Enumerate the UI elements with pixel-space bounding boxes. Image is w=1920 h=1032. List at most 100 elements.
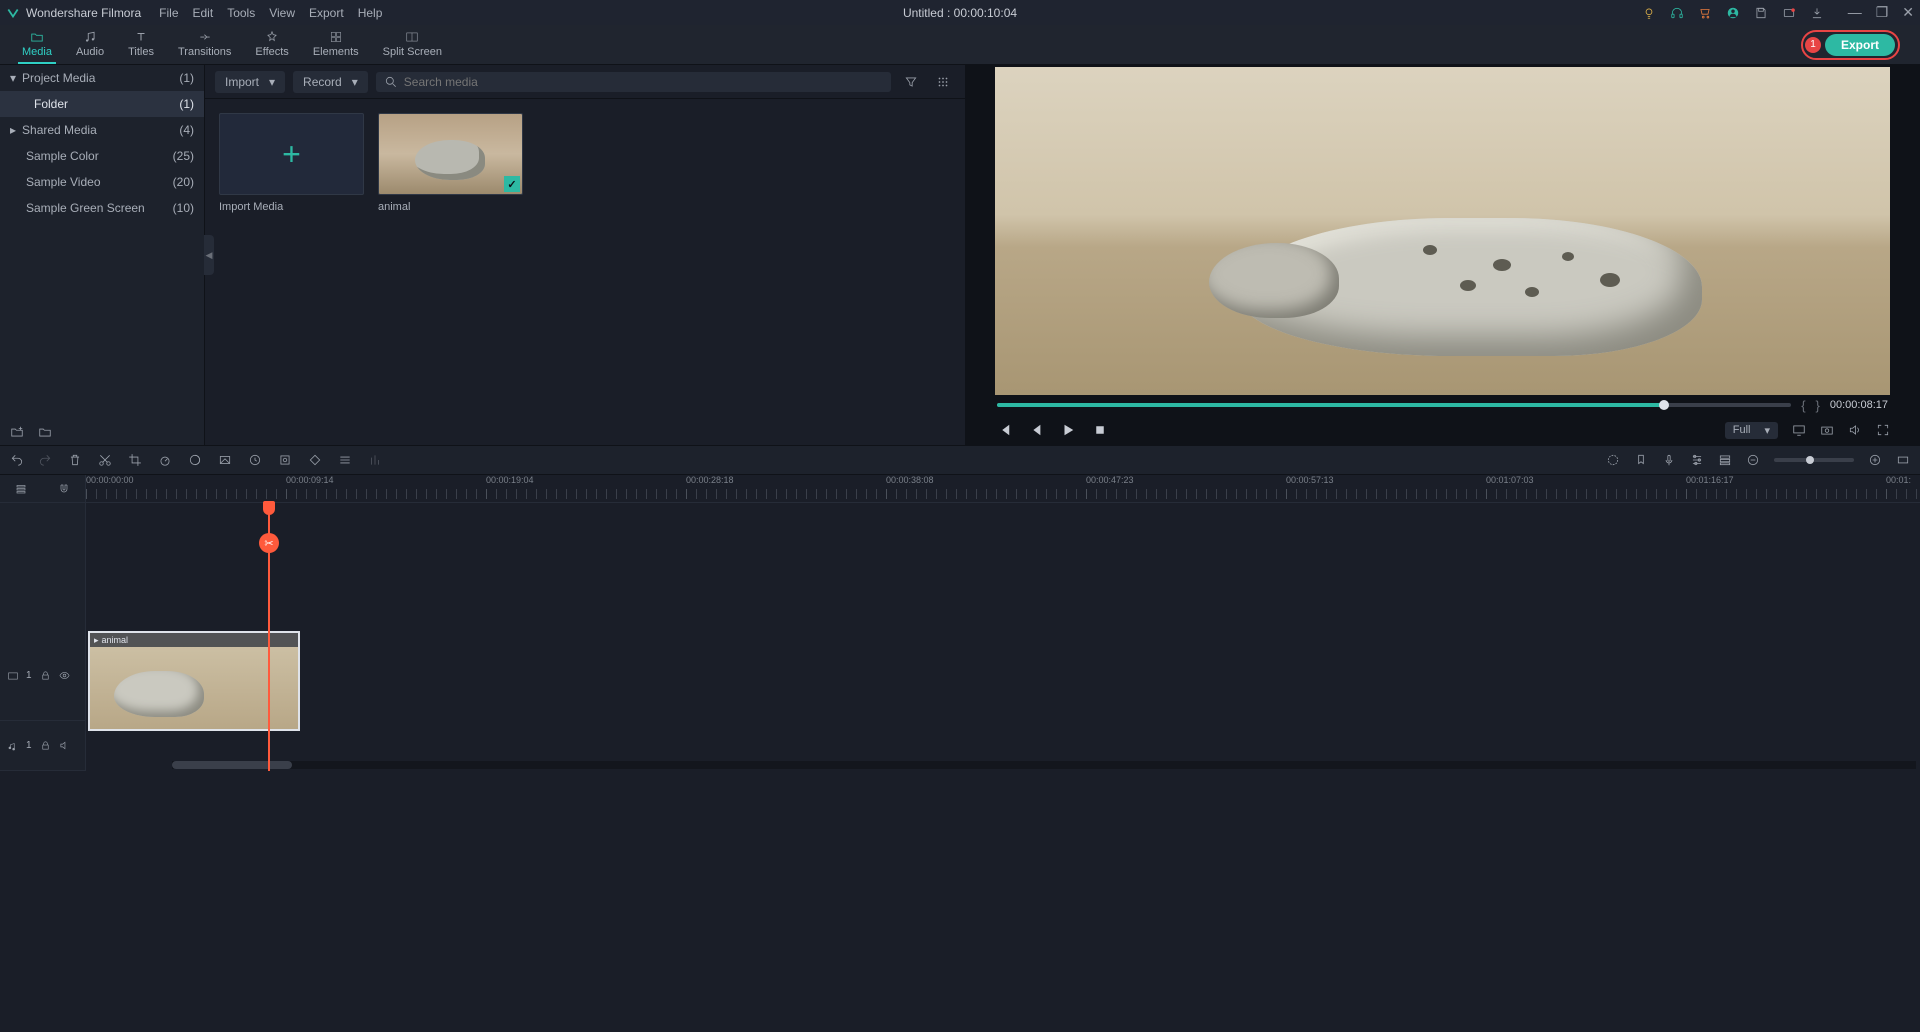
progress-thumb[interactable]: [1659, 400, 1669, 410]
lock-icon[interactable]: [40, 740, 51, 751]
step-back-button[interactable]: [1027, 421, 1045, 439]
menu-view[interactable]: View: [269, 6, 295, 20]
playhead[interactable]: ✂: [268, 503, 270, 771]
filter-icon[interactable]: [899, 70, 923, 94]
import-dropdown[interactable]: Import▾: [215, 71, 285, 93]
track-options-icon[interactable]: [15, 483, 27, 495]
crop-icon[interactable]: [128, 453, 142, 467]
lightbulb-icon[interactable]: [1642, 6, 1656, 20]
tab-transitions[interactable]: Transitions: [166, 24, 243, 64]
mute-icon[interactable]: [59, 740, 70, 751]
eye-icon[interactable]: [59, 670, 70, 681]
prev-frame-button[interactable]: [995, 421, 1013, 439]
sidebar-label: Shared Media: [22, 123, 97, 137]
magnet-icon[interactable]: [58, 483, 70, 495]
tab-effects[interactable]: Effects: [243, 24, 300, 64]
display-icon[interactable]: [1792, 423, 1806, 437]
text-icon: [133, 30, 149, 44]
search-box[interactable]: [376, 72, 891, 92]
sidebar-item-folder[interactable]: Folder (1): [0, 91, 204, 117]
tab-label: Media: [22, 46, 52, 58]
menu-file[interactable]: File: [159, 6, 178, 20]
tab-audio[interactable]: Audio: [64, 24, 116, 64]
mixer-icon[interactable]: [1690, 453, 1704, 467]
sidebar-item-shared-media[interactable]: ▸Shared Media (4): [0, 117, 204, 143]
download-icon[interactable]: [1810, 6, 1824, 20]
mark-in-button[interactable]: {: [1801, 398, 1805, 413]
menu-bar: File Edit Tools View Export Help: [159, 6, 382, 20]
play-button[interactable]: [1059, 421, 1077, 439]
sidebar-count: (1): [179, 71, 194, 85]
folder-icon[interactable]: [38, 425, 52, 439]
cut-icon[interactable]: [98, 453, 112, 467]
duration-icon[interactable]: [248, 453, 262, 467]
undo-icon[interactable]: [10, 453, 24, 467]
tab-elements[interactable]: Elements: [301, 24, 371, 64]
tab-label: Effects: [255, 46, 288, 58]
split-clip-button[interactable]: ✂: [259, 533, 279, 553]
sidebar-item-project-media[interactable]: ▾Project Media (1): [0, 65, 204, 91]
message-icon[interactable]: [1782, 6, 1796, 20]
fullscreen-icon[interactable]: [1876, 423, 1890, 437]
sidebar-count: (4): [179, 123, 194, 137]
sidebar-collapse-handle[interactable]: ◀: [204, 235, 214, 275]
import-media-tile[interactable]: + Import Media: [219, 113, 364, 213]
tab-split-screen[interactable]: Split Screen: [371, 24, 454, 64]
playhead-handle[interactable]: [263, 501, 275, 515]
stop-button[interactable]: [1091, 421, 1109, 439]
export-button[interactable]: Export: [1825, 34, 1895, 56]
sidebar-item-sample-green[interactable]: Sample Green Screen (10): [0, 195, 204, 221]
zoom-slider[interactable]: [1774, 458, 1854, 462]
preview-progress[interactable]: [997, 403, 1791, 407]
zoom-knob[interactable]: [1806, 456, 1814, 464]
preview-quality-select[interactable]: Full▾: [1725, 422, 1778, 439]
headphones-icon[interactable]: [1670, 6, 1684, 20]
timeline-scrollbar[interactable]: [172, 761, 1916, 769]
timeline-ruler[interactable]: 00:00:00:0000:00:09:1400:00:19:0400:00:2…: [86, 475, 1920, 502]
render-icon[interactable]: [1606, 453, 1620, 467]
keyframe-icon[interactable]: [308, 453, 322, 467]
track-manage-icon[interactable]: [1718, 453, 1732, 467]
search-input[interactable]: [404, 75, 883, 89]
snapshot-icon[interactable]: [1820, 423, 1834, 437]
speed-icon[interactable]: [158, 453, 172, 467]
detect-icon[interactable]: [278, 453, 292, 467]
menu-edit[interactable]: Edit: [193, 6, 214, 20]
zoom-out-icon[interactable]: [1746, 453, 1760, 467]
sidebar-item-sample-color[interactable]: Sample Color (25): [0, 143, 204, 169]
voiceover-icon[interactable]: [1662, 453, 1676, 467]
sidebar-item-sample-video[interactable]: Sample Video (20): [0, 169, 204, 195]
video-track-head[interactable]: 1: [0, 631, 85, 721]
audio-mixer-icon[interactable]: [368, 453, 382, 467]
window-maximize-button[interactable]: ❐: [1876, 4, 1889, 21]
delete-icon[interactable]: [68, 453, 82, 467]
settings-icon[interactable]: [338, 453, 352, 467]
grid-view-icon[interactable]: [931, 70, 955, 94]
greenscreen-icon[interactable]: [218, 453, 232, 467]
mark-out-button[interactable]: }: [1816, 398, 1820, 413]
new-folder-icon[interactable]: [10, 425, 24, 439]
preview-canvas[interactable]: [995, 67, 1890, 395]
menu-export[interactable]: Export: [309, 6, 344, 20]
tab-titles[interactable]: Titles: [116, 24, 166, 64]
user-avatar-icon[interactable]: [1726, 6, 1740, 20]
media-clip-animal[interactable]: ✓ animal: [378, 113, 523, 213]
scrollbar-thumb[interactable]: [172, 761, 292, 769]
menu-tools[interactable]: Tools: [227, 6, 255, 20]
audio-track-head[interactable]: 1: [0, 721, 85, 771]
cart-icon[interactable]: [1698, 6, 1712, 20]
zoom-in-icon[interactable]: [1868, 453, 1882, 467]
tab-media[interactable]: Media: [10, 24, 64, 64]
tracks-body[interactable]: ✂ ▸animal: [86, 503, 1920, 771]
lock-icon[interactable]: [40, 670, 51, 681]
record-dropdown[interactable]: Record▾: [293, 71, 368, 93]
zoom-fit-icon[interactable]: [1896, 453, 1910, 467]
volume-icon[interactable]: [1848, 423, 1862, 437]
save-icon[interactable]: [1754, 6, 1768, 20]
marker-icon[interactable]: [1634, 453, 1648, 467]
menu-help[interactable]: Help: [358, 6, 383, 20]
color-icon[interactable]: [188, 453, 202, 467]
redo-icon[interactable]: [38, 453, 52, 467]
window-close-button[interactable]: ✕: [1902, 4, 1914, 21]
window-minimize-button[interactable]: —: [1848, 4, 1862, 21]
